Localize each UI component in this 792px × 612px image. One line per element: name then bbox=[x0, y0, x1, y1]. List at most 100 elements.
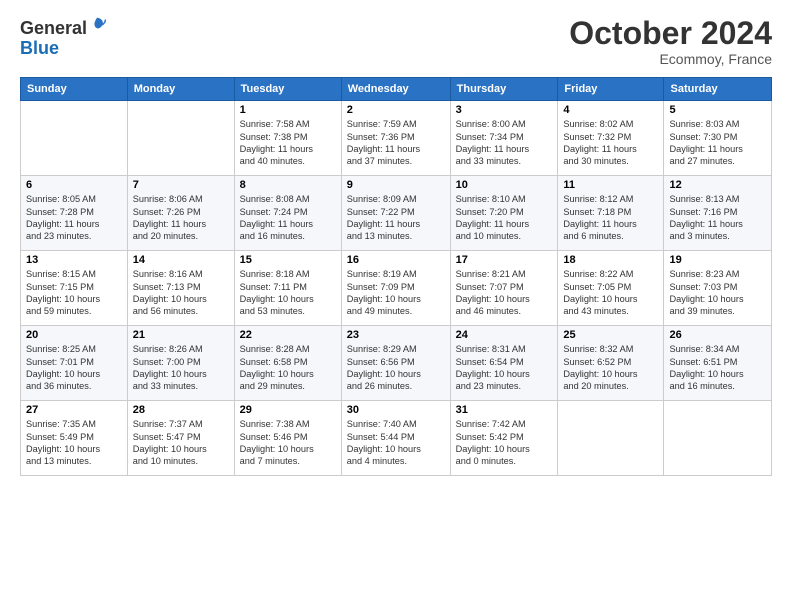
col-header-sunday: Sunday bbox=[21, 78, 128, 101]
day-number: 23 bbox=[347, 329, 445, 341]
day-info: Sunrise: 8:28 AM Sunset: 6:58 PM Dayligh… bbox=[240, 343, 336, 393]
day-info: Sunrise: 8:12 AM Sunset: 7:18 PM Dayligh… bbox=[563, 193, 658, 243]
day-number: 21 bbox=[133, 329, 229, 341]
calendar-cell: 18Sunrise: 8:22 AM Sunset: 7:05 PM Dayli… bbox=[558, 251, 664, 326]
day-info: Sunrise: 8:08 AM Sunset: 7:24 PM Dayligh… bbox=[240, 193, 336, 243]
title-block: October 2024 Ecommoy, France bbox=[569, 16, 772, 67]
calendar-cell: 10Sunrise: 8:10 AM Sunset: 7:20 PM Dayli… bbox=[450, 176, 558, 251]
day-number: 3 bbox=[456, 104, 553, 116]
day-number: 7 bbox=[133, 179, 229, 191]
logo-general: General bbox=[20, 18, 87, 38]
calendar-cell: 1 Sunrise: 7:58 AM Sunset: 7:38 PM Daylig… bbox=[234, 101, 341, 176]
calendar-cell: 12 Sunrise: 8:13 AM Sunset: 7:16 PM Dayli… bbox=[664, 176, 772, 251]
day-info: Sunrise: 8:15 AM Sunset: 7:15 PM Dayligh… bbox=[26, 268, 122, 318]
calendar-cell: 25 Sunrise: 8:32 AM Sunset: 6:52 PM Dayli… bbox=[558, 326, 664, 401]
day-info: Sunrise: 8:09 AM Sunset: 7:22 PM Dayligh… bbox=[347, 193, 445, 243]
day-info: Sunrise: 8:03 AM Sunset: 7:30 PM Dayligh… bbox=[669, 118, 766, 168]
day-number: 6 bbox=[26, 179, 122, 191]
day-number: 10 bbox=[456, 179, 553, 191]
day-number: 24 bbox=[456, 329, 553, 341]
calendar-cell bbox=[558, 401, 664, 476]
day-info: Sunrise: 8:02 AM Sunset: 7:32 PM Dayligh… bbox=[563, 118, 658, 168]
day-info: Sunrise: 8:16 AM Sunset: 7:13 PM Dayligh… bbox=[133, 268, 229, 318]
day-info: Sunrise: 8:22 AM Sunset: 7:05 PM Dayligh… bbox=[563, 268, 658, 318]
day-number: 30 bbox=[347, 404, 445, 416]
col-header-monday: Monday bbox=[127, 78, 234, 101]
day-number: 26 bbox=[669, 329, 766, 341]
calendar-cell: 7 Sunrise: 8:06 AM Sunset: 7:26 PM Daylig… bbox=[127, 176, 234, 251]
page: General Blue October 2024 Ecommoy, Franc… bbox=[0, 0, 792, 486]
day-number: 22 bbox=[240, 329, 336, 341]
calendar-cell bbox=[664, 401, 772, 476]
col-header-wednesday: Wednesday bbox=[341, 78, 450, 101]
day-number: 16 bbox=[347, 254, 445, 266]
calendar-cell: 24 Sunrise: 8:31 AM Sunset: 6:54 PM Dayli… bbox=[450, 326, 558, 401]
calendar-cell: 11 Sunrise: 8:12 AM Sunset: 7:18 PM Dayli… bbox=[558, 176, 664, 251]
calendar-cell: 29Sunrise: 7:38 AM Sunset: 5:46 PM Dayli… bbox=[234, 401, 341, 476]
calendar-cell: 5Sunrise: 8:03 AM Sunset: 7:30 PM Daylig… bbox=[664, 101, 772, 176]
day-number: 29 bbox=[240, 404, 336, 416]
calendar-cell: 2Sunrise: 7:59 AM Sunset: 7:36 PM Daylig… bbox=[341, 101, 450, 176]
calendar-cell: 4Sunrise: 8:02 AM Sunset: 7:32 PM Daylig… bbox=[558, 101, 664, 176]
logo-bird-icon bbox=[88, 16, 106, 34]
day-info: Sunrise: 7:58 AM Sunset: 7:38 PM Dayligh… bbox=[240, 118, 336, 168]
calendar-cell: 21 Sunrise: 8:26 AM Sunset: 7:00 PM Dayli… bbox=[127, 326, 234, 401]
location: Ecommoy, France bbox=[569, 51, 772, 67]
calendar-cell: 19 Sunrise: 8:23 AM Sunset: 7:03 PM Dayli… bbox=[664, 251, 772, 326]
week-row-2: 6 Sunrise: 8:05 AM Sunset: 7:28 PM Daylig… bbox=[21, 176, 772, 251]
calendar-cell: 26Sunrise: 8:34 AM Sunset: 6:51 PM Dayli… bbox=[664, 326, 772, 401]
day-number: 17 bbox=[456, 254, 553, 266]
calendar-cell: 17 Sunrise: 8:21 AM Sunset: 7:07 PM Dayli… bbox=[450, 251, 558, 326]
calendar-cell: 22 Sunrise: 8:28 AM Sunset: 6:58 PM Dayli… bbox=[234, 326, 341, 401]
calendar-cell: 28 Sunrise: 7:37 AM Sunset: 5:47 PM Dayli… bbox=[127, 401, 234, 476]
day-info: Sunrise: 8:31 AM Sunset: 6:54 PM Dayligh… bbox=[456, 343, 553, 393]
calendar-cell: 30 Sunrise: 7:40 AM Sunset: 5:44 PM Dayli… bbox=[341, 401, 450, 476]
day-number: 20 bbox=[26, 329, 122, 341]
day-number: 1 bbox=[240, 104, 336, 116]
calendar-cell: 27 Sunrise: 7:35 AM Sunset: 5:49 PM Dayli… bbox=[21, 401, 128, 476]
day-info: Sunrise: 8:32 AM Sunset: 6:52 PM Dayligh… bbox=[563, 343, 658, 393]
week-row-4: 20Sunrise: 8:25 AM Sunset: 7:01 PM Dayli… bbox=[21, 326, 772, 401]
day-info: Sunrise: 7:37 AM Sunset: 5:47 PM Dayligh… bbox=[133, 418, 229, 468]
day-info: Sunrise: 8:13 AM Sunset: 7:16 PM Dayligh… bbox=[669, 193, 766, 243]
week-row-3: 13 Sunrise: 8:15 AM Sunset: 7:15 PM Dayli… bbox=[21, 251, 772, 326]
week-row-5: 27 Sunrise: 7:35 AM Sunset: 5:49 PM Dayli… bbox=[21, 401, 772, 476]
day-number: 15 bbox=[240, 254, 336, 266]
calendar-cell: 31 Sunrise: 7:42 AM Sunset: 5:42 PM Dayli… bbox=[450, 401, 558, 476]
day-info: Sunrise: 7:59 AM Sunset: 7:36 PM Dayligh… bbox=[347, 118, 445, 168]
day-info: Sunrise: 7:35 AM Sunset: 5:49 PM Dayligh… bbox=[26, 418, 122, 468]
calendar-cell: 6 Sunrise: 8:05 AM Sunset: 7:28 PM Daylig… bbox=[21, 176, 128, 251]
calendar-cell: 8Sunrise: 8:08 AM Sunset: 7:24 PM Daylig… bbox=[234, 176, 341, 251]
logo-blue: Blue bbox=[20, 38, 59, 58]
day-number: 19 bbox=[669, 254, 766, 266]
calendar-cell: 16 Sunrise: 8:19 AM Sunset: 7:09 PM Dayli… bbox=[341, 251, 450, 326]
day-info: Sunrise: 8:26 AM Sunset: 7:00 PM Dayligh… bbox=[133, 343, 229, 393]
calendar-cell: 3Sunrise: 8:00 AM Sunset: 7:34 PM Daylig… bbox=[450, 101, 558, 176]
day-number: 13 bbox=[26, 254, 122, 266]
day-number: 31 bbox=[456, 404, 553, 416]
header: General Blue October 2024 Ecommoy, Franc… bbox=[20, 16, 772, 67]
day-info: Sunrise: 8:23 AM Sunset: 7:03 PM Dayligh… bbox=[669, 268, 766, 318]
calendar-cell: 14Sunrise: 8:16 AM Sunset: 7:13 PM Dayli… bbox=[127, 251, 234, 326]
day-number: 28 bbox=[133, 404, 229, 416]
day-number: 27 bbox=[26, 404, 122, 416]
calendar-table: SundayMondayTuesdayWednesdayThursdayFrid… bbox=[20, 77, 772, 476]
day-info: Sunrise: 8:19 AM Sunset: 7:09 PM Dayligh… bbox=[347, 268, 445, 318]
calendar-cell: 13 Sunrise: 8:15 AM Sunset: 7:15 PM Dayli… bbox=[21, 251, 128, 326]
logo: General Blue bbox=[20, 16, 106, 59]
calendar-cell: 9Sunrise: 8:09 AM Sunset: 7:22 PM Daylig… bbox=[341, 176, 450, 251]
day-info: Sunrise: 7:42 AM Sunset: 5:42 PM Dayligh… bbox=[456, 418, 553, 468]
day-info: Sunrise: 8:05 AM Sunset: 7:28 PM Dayligh… bbox=[26, 193, 122, 243]
day-number: 11 bbox=[563, 179, 658, 191]
calendar-cell: 23 Sunrise: 8:29 AM Sunset: 6:56 PM Dayli… bbox=[341, 326, 450, 401]
calendar-cell bbox=[21, 101, 128, 176]
month-title: October 2024 bbox=[569, 16, 772, 51]
day-number: 12 bbox=[669, 179, 766, 191]
day-number: 25 bbox=[563, 329, 658, 341]
day-info: Sunrise: 8:29 AM Sunset: 6:56 PM Dayligh… bbox=[347, 343, 445, 393]
day-info: Sunrise: 7:40 AM Sunset: 5:44 PM Dayligh… bbox=[347, 418, 445, 468]
day-info: Sunrise: 8:06 AM Sunset: 7:26 PM Dayligh… bbox=[133, 193, 229, 243]
day-info: Sunrise: 8:21 AM Sunset: 7:07 PM Dayligh… bbox=[456, 268, 553, 318]
calendar-cell: 15Sunrise: 8:18 AM Sunset: 7:11 PM Dayli… bbox=[234, 251, 341, 326]
header-row: SundayMondayTuesdayWednesdayThursdayFrid… bbox=[21, 78, 772, 101]
